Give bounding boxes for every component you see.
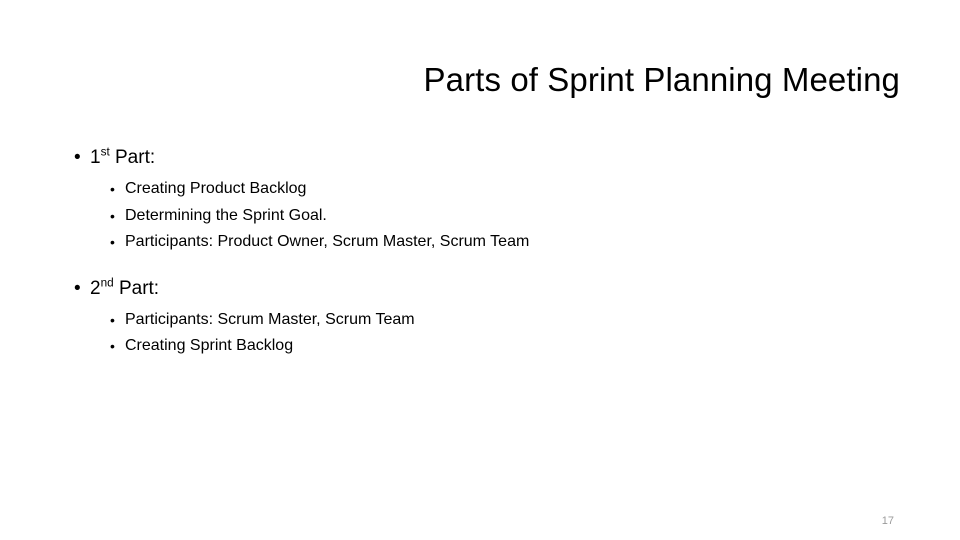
bullet-point-icon: • — [74, 277, 81, 299]
list-item-label: Participants: Product Owner, Scrum Maste… — [125, 233, 530, 250]
ordinal-suffix: st — [100, 145, 110, 159]
list-item: • Creating Product Backlog — [60, 176, 900, 203]
ordinal-suffix: nd — [100, 276, 114, 290]
outline-list-level2-part-2: • Participants: Scrum Master, Scrum Team… — [60, 307, 900, 360]
heading-rest-text: Part: — [109, 147, 156, 168]
bullet-point-icon: • — [110, 311, 115, 328]
outline-list-level1: • 1st Part: • Creating Product Backlog •… — [60, 144, 900, 360]
outline-item-label: 2nd Part: — [90, 276, 160, 299]
list-item-label: Participants: Scrum Master, Scrum Team — [125, 310, 415, 328]
outline-item-label: 1st Part: — [90, 145, 156, 168]
bullet-point-icon: • — [74, 147, 81, 168]
slide-canvas: Parts of Sprint Planning Meeting • 1st P… — [0, 0, 960, 540]
outline-item-part-2: • 2nd Part: — [60, 275, 900, 303]
list-item: • Determining the Sprint Goal. — [60, 203, 900, 230]
ordinal-number: 1 — [90, 147, 101, 168]
list-item-label: Determining the Sprint Goal. — [125, 206, 327, 224]
outline-item-part-1: • 1st Part: — [60, 144, 900, 172]
list-item: • Creating Sprint Backlog — [60, 333, 900, 360]
bullet-point-icon: • — [110, 234, 115, 250]
bullet-point-icon: • — [110, 338, 115, 354]
bullet-point-icon: • — [110, 207, 115, 224]
page-title: Parts of Sprint Planning Meeting — [423, 61, 900, 98]
list-item: • Participants: Scrum Master, Scrum Team — [60, 307, 900, 334]
heading-rest-text: Part: — [113, 277, 160, 299]
page-number: 17 — [881, 515, 894, 527]
bullet-point-icon: • — [110, 181, 115, 197]
ordinal-number: 2 — [90, 277, 101, 299]
list-item-label: Creating Product Backlog — [125, 180, 307, 197]
slide-body: • 1st Part: • Creating Product Backlog •… — [60, 144, 900, 374]
list-item: • Participants: Product Owner, Scrum Mas… — [60, 229, 900, 256]
list-item-label: Creating Sprint Backlog — [125, 337, 294, 354]
outline-list-level2-part-1: • Creating Product Backlog • Determining… — [60, 176, 900, 256]
